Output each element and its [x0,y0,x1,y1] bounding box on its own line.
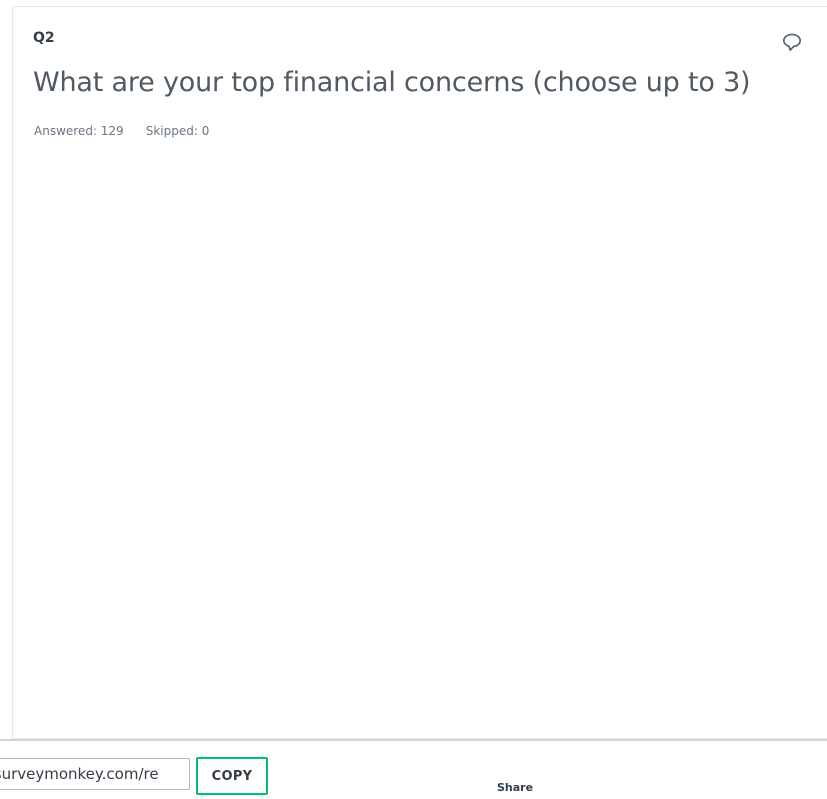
question-number: Q2 [33,30,55,46]
copy-button[interactable]: COPY [196,757,268,795]
answered-count: Answered: 129 [34,124,124,138]
skipped-count: Skipped: 0 [145,124,210,138]
question-stats: Answered: 129 Skipped: 0 [34,124,209,138]
share-label: Share [497,781,534,794]
question-title: What are your top financial concerns (ch… [33,67,751,98]
comment-icon[interactable] [781,31,803,53]
speech-bubble-icon [783,33,801,51]
share-bar: COPY Share [0,739,827,799]
question-card: Q2 What are your top financial concerns … [12,6,827,739]
share-url-input[interactable] [0,758,190,790]
